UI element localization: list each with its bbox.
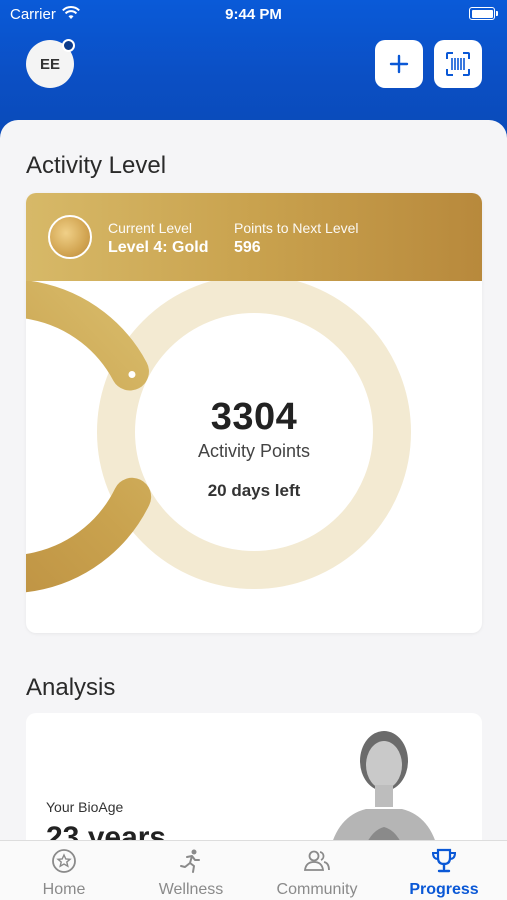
activity-points-value: 3304	[210, 396, 298, 438]
tab-home-label: Home	[42, 881, 86, 898]
battery-icon	[469, 7, 498, 20]
tab-home[interactable]: Home	[4, 847, 124, 899]
analysis-section-title: Analysis	[26, 674, 116, 701]
activity-level-card[interactable]: Current Level Level 4: Gold Points to Ne…	[26, 193, 482, 633]
tab-wellness[interactable]: Wellness	[131, 847, 251, 899]
ring-start-dot	[128, 371, 136, 379]
tab-wellness-label: Wellness	[158, 881, 224, 898]
activity-section-title: Activity Level	[26, 152, 167, 179]
clock-time: 9:44 PM	[225, 6, 282, 23]
level-banner: Current Level Level 4: Gold Points to Ne…	[26, 193, 482, 281]
tab-progress-label: Progress	[409, 881, 479, 898]
tab-community-label: Community	[276, 881, 358, 898]
status-bar: Carrier 9:44 PM	[0, 0, 507, 28]
points-to-next-level: Points to Next Level 596	[234, 220, 359, 257]
current-level: Current Level Level 4: Gold	[108, 220, 208, 257]
current-level-label: Current Level	[108, 220, 193, 236]
points-next-label: Points to Next Level	[234, 220, 359, 236]
gold-badge-icon	[48, 215, 92, 259]
tab-bar: Home Wellness Community Progress	[0, 840, 507, 900]
notification-dot	[62, 39, 75, 52]
star-circle-icon	[52, 849, 76, 873]
people-icon	[303, 850, 330, 871]
plus-icon	[389, 54, 409, 74]
add-button[interactable]	[375, 40, 423, 88]
activity-points-label: Activity Points	[197, 441, 311, 461]
athlete-photo	[329, 731, 439, 853]
tab-community[interactable]: Community	[257, 847, 377, 899]
points-next-value: 596	[234, 239, 261, 256]
barcode-scan-icon	[446, 52, 470, 76]
tab-progress[interactable]: Progress	[384, 847, 504, 899]
activity-ring: 3304 Activity Points 20 days left	[26, 275, 482, 633]
running-person-icon	[180, 849, 200, 873]
current-level-value: Level 4: Gold	[108, 239, 209, 256]
avatar-initials: EE	[39, 55, 60, 73]
bioage-card[interactable]: Your BioAge 23 years	[26, 713, 482, 853]
days-left-label: 20 days left	[207, 481, 301, 500]
trophy-icon	[431, 848, 457, 873]
scan-button[interactable]	[434, 40, 482, 88]
app-header: Carrier 9:44 PM EE	[0, 0, 507, 140]
bioage-label: Your BioAge	[46, 799, 124, 815]
